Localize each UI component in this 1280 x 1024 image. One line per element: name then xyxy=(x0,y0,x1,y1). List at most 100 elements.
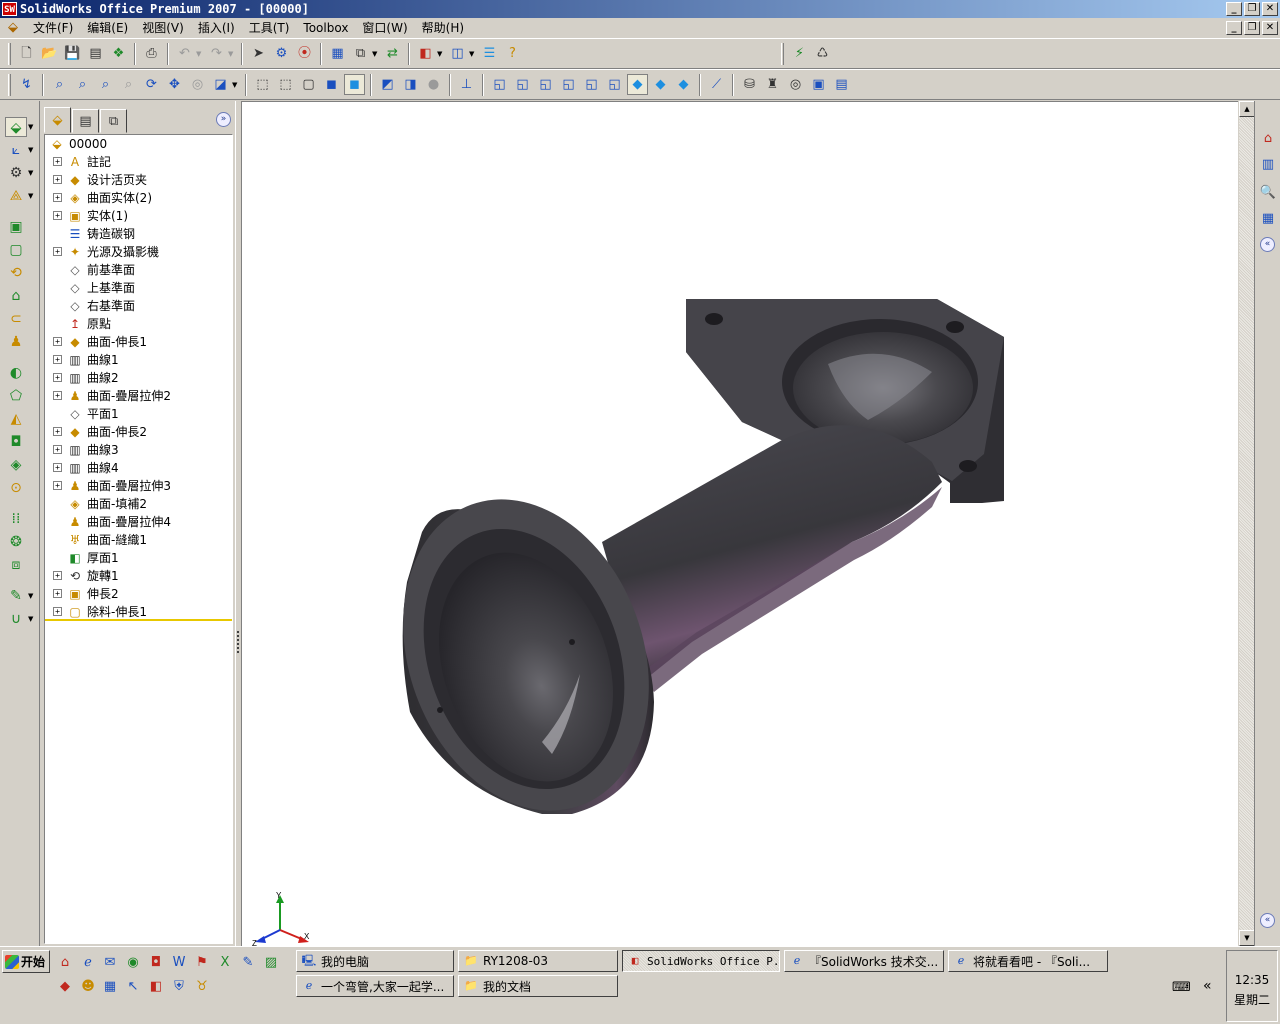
macro-record-icon[interactable]: ♺ xyxy=(812,43,833,64)
window-layout-icon[interactable]: ◫ xyxy=(447,43,468,64)
tree-expand-icon[interactable]: + xyxy=(53,607,62,616)
rotate-view-icon[interactable]: ⟳ xyxy=(141,74,162,95)
tree-item[interactable]: + ▥ 曲線2 xyxy=(45,369,232,387)
tree-item[interactable]: ♅ 曲面-縫織1 xyxy=(45,531,232,549)
lofted-boss-icon[interactable]: ⊂ xyxy=(5,309,27,329)
tree-item[interactable]: + ⟲ 旋轉1 xyxy=(45,567,232,585)
solidworks-app-icon[interactable]: SW xyxy=(2,2,17,16)
zoom-in-out-icon[interactable]: ⌕ xyxy=(95,74,116,95)
sketch-tools-icon[interactable]: ⟁ xyxy=(5,186,27,206)
panel-splitter[interactable] xyxy=(235,101,242,946)
menu-insert[interactable]: 插入(I) xyxy=(191,19,242,37)
library-icon[interactable]: ▤ xyxy=(831,74,852,95)
quicklaunch-word-icon[interactable]: W xyxy=(169,953,189,973)
shaded-icon[interactable]: ◼ xyxy=(344,74,365,95)
circleworks-icon[interactable]: ◎ xyxy=(785,74,806,95)
tree-expand-icon[interactable]: + xyxy=(53,355,62,364)
clock[interactable]: 12:35 xyxy=(1227,973,1277,987)
tree-item[interactable]: + ◆ 曲面-伸長1 xyxy=(45,333,232,351)
chamfer-icon[interactable]: ⬠ xyxy=(5,386,27,406)
reference-geometry-dropdown-icon[interactable]: ▼ xyxy=(28,592,33,600)
task-browser-3[interactable]: ℯ 一个弯管,大家一起学... xyxy=(296,975,454,997)
rollback-bar[interactable] xyxy=(45,619,232,621)
rebuild-icon[interactable]: ⚙ xyxy=(271,43,292,64)
tree-item[interactable]: ☰ 铸造碳钢 xyxy=(45,225,232,243)
tree-item[interactable]: ◇ 右基準面 xyxy=(45,297,232,315)
tree-expand-icon[interactable]: + xyxy=(53,373,62,382)
scroll-down-button[interactable]: ▼ xyxy=(1239,930,1255,946)
hole-wizard-icon[interactable]: ⊙ xyxy=(5,478,27,498)
menu-file[interactable]: 文件(F) xyxy=(26,19,80,37)
document-icon[interactable]: ⬙ xyxy=(4,20,22,36)
quicklaunch-solidworks-icon[interactable]: ◧ xyxy=(146,977,166,997)
menu-edit[interactable]: 编辑(E) xyxy=(80,19,135,37)
tree-expand-icon[interactable]: + xyxy=(53,247,62,256)
quicklaunch-pen-icon[interactable]: ✎ xyxy=(238,953,258,973)
tree-item[interactable]: ◧ 厚面1 xyxy=(45,549,232,567)
photoworks-icon[interactable]: ◧ xyxy=(415,43,436,64)
quicklaunch-shield-icon[interactable]: ⛨ xyxy=(169,977,189,997)
left-view-icon[interactable]: ◱ xyxy=(535,74,556,95)
task-my-computer[interactable]: 🖳 我的电脑 xyxy=(296,950,454,972)
quicklaunch-arrow-icon[interactable]: ↖ xyxy=(123,977,143,997)
quicklaunch-acrobat-icon[interactable]: ⚑ xyxy=(192,953,212,973)
mirror-icon[interactable]: ⧈ xyxy=(5,555,27,575)
shaded-with-edges-icon[interactable]: ◼ xyxy=(321,74,342,95)
tree-expand-icon[interactable]: + xyxy=(53,445,62,454)
tree-item[interactable]: + A 註記 xyxy=(45,153,232,171)
swept-boss-icon[interactable]: ⌂ xyxy=(5,286,27,306)
zoom-to-selection-icon[interactable]: ⌕ xyxy=(118,74,139,95)
bottom-view-icon[interactable]: ◱ xyxy=(604,74,625,95)
traffic-light-icon[interactable]: ⦿ xyxy=(294,43,315,64)
section-view-icon[interactable]: ◨ xyxy=(400,74,421,95)
task-my-documents[interactable]: 📁 我的文档 xyxy=(458,975,618,997)
grid-options-icon[interactable]: ▦ xyxy=(327,43,348,64)
title-bar[interactable]: SW SolidWorks Office Premium 2007 - [000… xyxy=(0,0,1280,18)
scroll-track[interactable] xyxy=(1239,117,1255,930)
open-folder-icon[interactable]: 📂 xyxy=(39,43,60,64)
minimize-button[interactable]: _ xyxy=(1226,2,1242,16)
zoom-to-fit-icon[interactable]: ⌕ xyxy=(49,74,70,95)
tree-item[interactable]: ◇ 平面1 xyxy=(45,405,232,423)
pipe-elbow-model[interactable] xyxy=(242,102,1238,947)
shadows-icon[interactable]: ◩ xyxy=(377,74,398,95)
tree-expand-icon[interactable]: + xyxy=(53,175,62,184)
measure-icon[interactable]: ⟋ xyxy=(706,74,727,95)
tree-item[interactable]: + ♟ 曲面-疊層拉伸2 xyxy=(45,387,232,405)
configuration-manager-tab-icon[interactable]: ⧉ xyxy=(100,109,127,133)
menu-toolbox[interactable]: Toolbox xyxy=(296,19,355,37)
draft-icon[interactable]: ♟ xyxy=(5,332,27,352)
tree-expand-icon[interactable]: + xyxy=(53,589,62,598)
dome-icon[interactable]: ◈ xyxy=(5,455,27,475)
tree-item[interactable]: + ✦ 光源及攝影機 xyxy=(45,243,232,261)
revolve-boss-icon[interactable]: ⟲ xyxy=(5,263,27,283)
curves-dropdown-icon[interactable]: ▼ xyxy=(28,615,33,623)
quicklaunch-tiger-icon[interactable]: ♉ xyxy=(192,977,212,997)
menu-window[interactable]: 窗口(W) xyxy=(355,19,414,37)
relations-dropdown-icon[interactable]: ▼ xyxy=(28,169,33,177)
tree-item[interactable]: ↥ 原點 xyxy=(45,315,232,333)
tree-item[interactable]: + ◈ 曲面实体(2) xyxy=(45,189,232,207)
realview-icon[interactable]: ● xyxy=(423,74,444,95)
quicklaunch-excel-icon[interactable]: X xyxy=(215,953,235,973)
toolbox-icon[interactable]: ⛁ xyxy=(739,74,760,95)
shell-icon[interactable]: ◘ xyxy=(5,432,27,452)
task-folder-ry1208[interactable]: 📁 RY1208-03 xyxy=(458,950,618,972)
rib-icon[interactable]: ◭ xyxy=(5,409,27,429)
curves-icon[interactable]: ∪ xyxy=(5,609,27,629)
circular-pattern-icon[interactable]: ❂ xyxy=(5,532,27,552)
task-pane-collapse-icon[interactable]: « xyxy=(1260,237,1275,252)
design-library-icon[interactable]: ▥ xyxy=(1258,155,1278,175)
task-browser-1[interactable]: ℯ 『SolidWorks 技术交... xyxy=(784,950,944,972)
cosmos-icon[interactable]: ♜ xyxy=(762,74,783,95)
linear-pattern-icon[interactable]: ⁞⁞ xyxy=(5,509,27,529)
tree-expand-icon[interactable]: + xyxy=(53,193,62,202)
doc-close-button[interactable]: ✕ xyxy=(1262,21,1278,35)
vertical-scrollbar[interactable]: ▲ ▼ xyxy=(1238,101,1255,946)
window-layout-dropdown-icon[interactable]: ▼ xyxy=(469,50,476,58)
doc-minimize-button[interactable]: _ xyxy=(1226,21,1242,35)
quicklaunch-qq-icon[interactable]: ☻ xyxy=(78,977,98,997)
tree-expand-icon[interactable]: + xyxy=(53,481,62,490)
tree-expand-icon[interactable]: + xyxy=(53,211,62,220)
quicklaunch-app-icon[interactable]: ◆ xyxy=(55,977,75,997)
